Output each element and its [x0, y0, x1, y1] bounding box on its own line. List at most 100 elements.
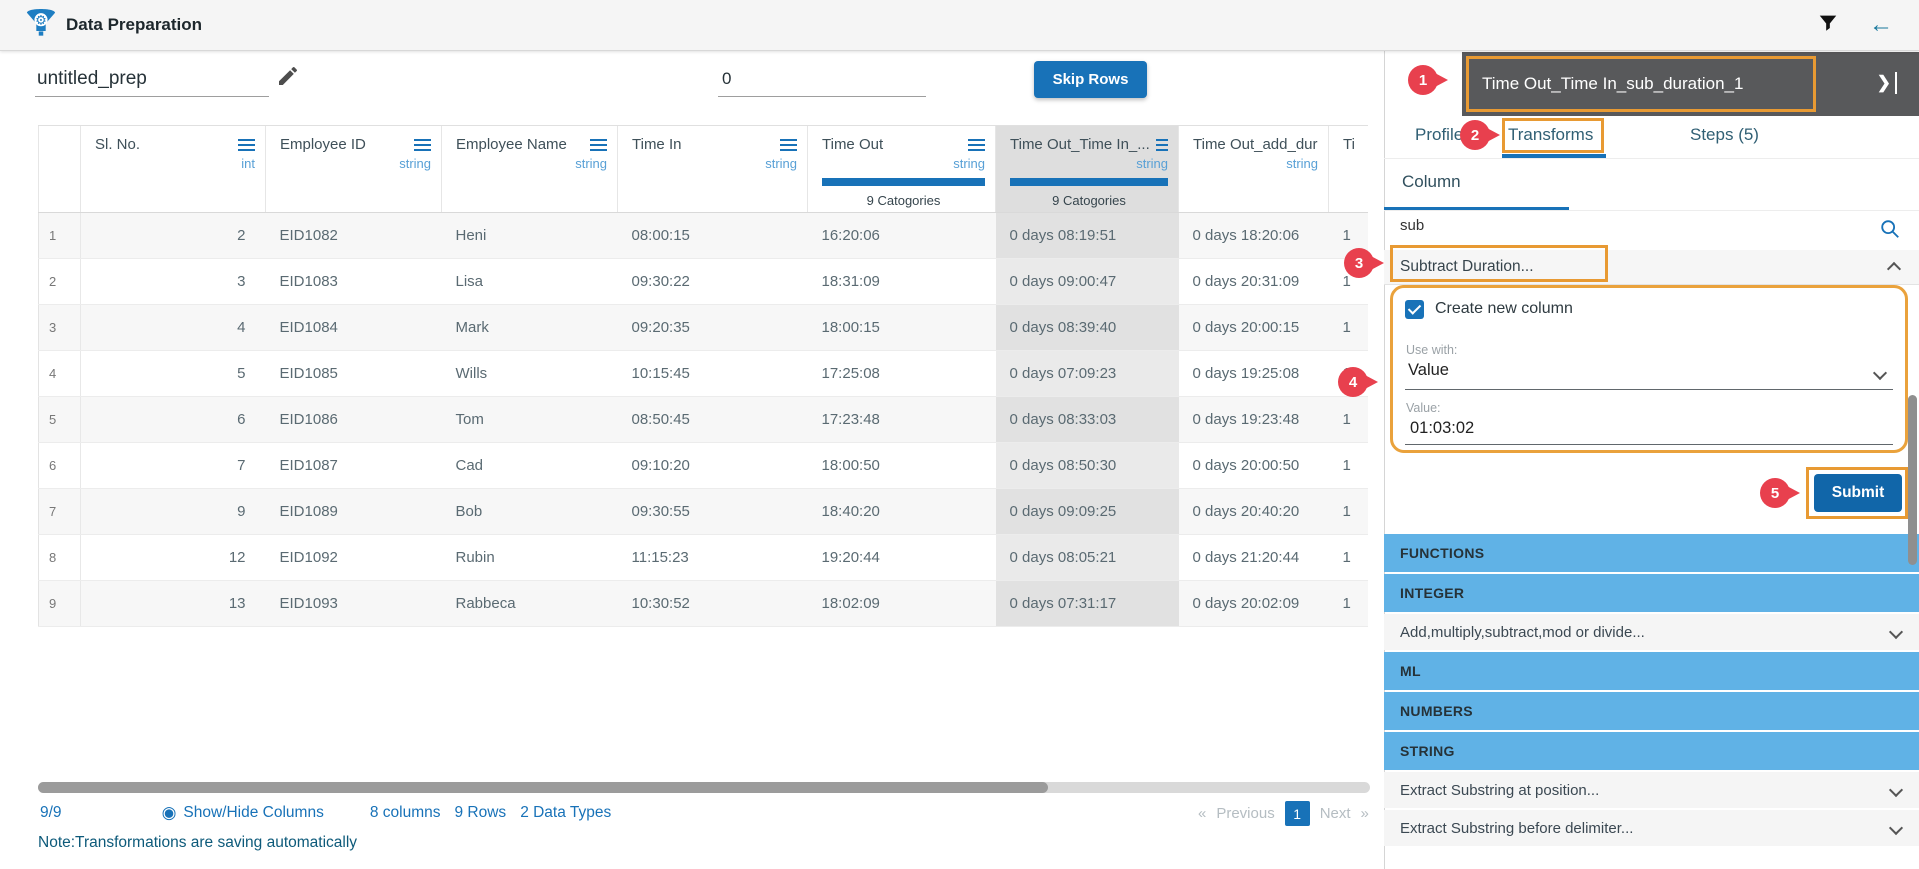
next-arrow[interactable]: » — [1361, 805, 1369, 822]
function-item[interactable]: Add,multiply,subtract,mod or divide... — [1384, 614, 1919, 650]
table-cell: 0 days 08:50:30 — [996, 443, 1179, 489]
table-cell: Lisa — [442, 259, 618, 305]
search-icon[interactable] — [1879, 218, 1901, 245]
column-header[interactable]: Ti — [1329, 126, 1369, 213]
table-row: 67EID1087Cad09:10:2018:00:500 days 08:50… — [39, 443, 1369, 489]
transform-search-input[interactable] — [1398, 216, 1862, 235]
chevron-down-icon[interactable] — [1873, 366, 1887, 380]
back-arrow-icon[interactable]: ← — [1869, 13, 1893, 37]
row-number-header — [39, 126, 81, 213]
prev-arrow[interactable]: « — [1198, 805, 1206, 822]
function-category[interactable]: FUNCTIONS — [1384, 534, 1919, 572]
column-header[interactable]: Time Outstring9 Catogories — [808, 126, 996, 213]
table-cell: 12 — [81, 535, 266, 581]
annotation-step-2: 2 — [1460, 120, 1490, 150]
column-type: string — [822, 156, 985, 173]
prep-name-input[interactable] — [35, 62, 269, 97]
function-category[interactable]: INTEGER — [1384, 574, 1919, 612]
function-item[interactable]: Extract Substring before delimiter... — [1384, 810, 1919, 846]
table-cell: 18:31:09 — [808, 259, 996, 305]
sidebar-scrollbar-thumb[interactable] — [1908, 395, 1917, 565]
chevron-up-icon[interactable] — [1887, 262, 1901, 276]
collapse-panel-icon[interactable]: ❯ — [1877, 72, 1897, 94]
table-cell: EID1085 — [266, 351, 442, 397]
edit-pencil-icon[interactable] — [276, 64, 300, 93]
column-name: Time In — [632, 136, 681, 153]
current-page[interactable]: 1 — [1285, 801, 1310, 826]
column-menu-icon[interactable] — [780, 139, 797, 151]
chevron-down-icon[interactable] — [1889, 783, 1903, 797]
duration-value-input[interactable] — [1408, 418, 1882, 439]
table-cell: 10:30:52 — [618, 581, 808, 627]
column-header[interactable]: Time Instring — [618, 126, 808, 213]
table-cell: EID1086 — [266, 397, 442, 443]
submit-button[interactable]: Submit — [1814, 474, 1902, 512]
column-header[interactable]: Time Out_add_dura...string — [1179, 126, 1329, 213]
function-category[interactable]: ML — [1384, 652, 1919, 690]
function-category[interactable]: NUMBERS — [1384, 692, 1919, 730]
use-with-label: Use with: — [1406, 343, 1457, 357]
create-new-column-checkbox[interactable] — [1405, 300, 1424, 319]
pagination: « Previous 1 Next » — [1198, 801, 1369, 826]
table-cell: Wills — [442, 351, 618, 397]
table-cell: 11:15:23 — [618, 535, 808, 581]
table-cell: 09:20:35 — [618, 305, 808, 351]
category-count: 9 Catogories — [822, 193, 985, 208]
chevron-down-icon[interactable] — [1889, 625, 1903, 639]
table-row: 12EID1082Heni08:00:1516:20:060 days 08:1… — [39, 213, 1369, 259]
filter-icon[interactable] — [1817, 12, 1839, 39]
column-name: Time Out_Time In_... — [1010, 136, 1150, 153]
table-cell: Tom — [442, 397, 618, 443]
table-cell: 9 — [81, 489, 266, 535]
column-type: string — [1010, 156, 1168, 173]
autosave-note: Note:Transformations are saving automati… — [38, 834, 357, 852]
category-bar — [1010, 178, 1168, 186]
table-cell: EID1087 — [266, 443, 442, 489]
function-item[interactable]: Extract Substring at position... — [1384, 772, 1919, 808]
column-header[interactable]: Time Out_Time In_...string9 Catogories — [996, 126, 1179, 213]
tab-profile[interactable]: Profile — [1415, 125, 1463, 145]
tab-steps[interactable]: Steps (5) — [1690, 125, 1759, 145]
column-menu-icon[interactable] — [238, 139, 255, 151]
column-header[interactable]: Employee IDstring — [266, 126, 442, 213]
next-button[interactable]: Next — [1320, 805, 1351, 822]
annotation-step-5: 5 — [1760, 478, 1790, 508]
category-bar — [822, 178, 985, 186]
value-label: Value: — [1406, 401, 1441, 415]
transform-subtract-duration[interactable]: Subtract Duration... — [1384, 250, 1919, 285]
table-cell: 09:10:20 — [618, 443, 808, 489]
subtab-column[interactable]: Column — [1402, 172, 1461, 192]
table-cell: 0 days 09:09:25 — [996, 489, 1179, 535]
function-label: NUMBERS — [1400, 703, 1473, 719]
show-hide-columns-button[interactable]: ◉ Show/Hide Columns — [162, 803, 324, 823]
table-cell: 0 days 20:02:09 — [1179, 581, 1329, 627]
column-menu-icon[interactable] — [968, 139, 985, 151]
column-name: Ti — [1343, 136, 1355, 153]
horizontal-scrollbar-thumb[interactable] — [38, 782, 1048, 793]
skip-rows-input[interactable] — [718, 62, 926, 97]
horizontal-scrollbar[interactable] — [38, 782, 1370, 793]
use-with-select[interactable]: Value — [1408, 361, 1449, 380]
column-header[interactable]: Sl. No.int — [81, 126, 266, 213]
column-type — [1343, 156, 1359, 173]
function-category[interactable]: STRING — [1384, 732, 1919, 770]
prev-button[interactable]: Previous — [1216, 805, 1274, 822]
function-label: FUNCTIONS — [1400, 545, 1484, 561]
table-cell: 0 days 19:23:48 — [1179, 397, 1329, 443]
row-number: 5 — [39, 397, 81, 443]
row-number: 4 — [39, 351, 81, 397]
column-menu-icon[interactable] — [590, 139, 607, 151]
table-cell: 13 — [81, 581, 266, 627]
column-menu-icon[interactable] — [414, 139, 431, 151]
table-cell: 0 days 08:33:03 — [996, 397, 1179, 443]
table-cell: 18:00:50 — [808, 443, 996, 489]
column-name: Sl. No. — [95, 136, 140, 153]
chevron-down-icon[interactable] — [1889, 821, 1903, 835]
skip-rows-button[interactable]: Skip Rows — [1034, 61, 1147, 98]
column-header[interactable]: Employee Namestring — [442, 126, 618, 213]
table-cell: 18:40:20 — [808, 489, 996, 535]
transform-form: Create new column Use with: Value Value: — [1390, 285, 1908, 453]
tab-transforms[interactable]: Transforms — [1508, 125, 1593, 145]
column-type: string — [456, 156, 607, 173]
column-menu-icon[interactable] — [1156, 139, 1168, 151]
